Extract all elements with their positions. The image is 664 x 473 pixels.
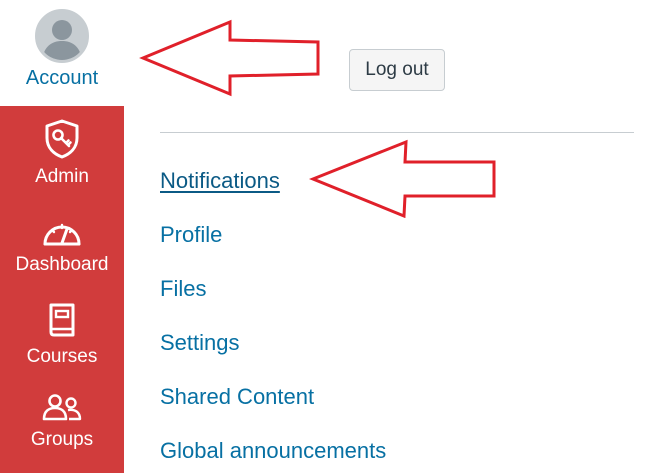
nav-label-admin: Admin bbox=[35, 166, 89, 187]
nav-item-groups[interactable]: Groups bbox=[0, 393, 124, 451]
account-label: Account bbox=[25, 67, 99, 89]
tray-link-shared-content[interactable]: Shared Content bbox=[160, 384, 314, 410]
tray-link-notifications[interactable]: Notifications bbox=[160, 168, 280, 194]
tray-link-settings[interactable]: Settings bbox=[160, 330, 240, 356]
people-icon bbox=[42, 394, 82, 421]
nav-label-dashboard: Dashboard bbox=[15, 254, 109, 275]
nav-item-dashboard[interactable]: Dashboard bbox=[0, 216, 124, 276]
nav-label-courses: Courses bbox=[26, 346, 98, 367]
tray-divider bbox=[160, 132, 634, 133]
logout-button[interactable]: Log out bbox=[349, 49, 445, 91]
account-nav-item[interactable]: Account bbox=[0, 0, 124, 106]
nav-item-admin[interactable]: Admin bbox=[0, 118, 124, 188]
tray-link-profile[interactable]: Profile bbox=[160, 222, 222, 248]
annotation-arrow-notifications bbox=[308, 139, 496, 218]
nav-label-groups: Groups bbox=[30, 429, 94, 450]
nav-item-courses[interactable]: Courses bbox=[0, 302, 124, 368]
tray-link-global-announcements[interactable]: Global announcements bbox=[160, 438, 386, 464]
tray-link-files[interactable]: Files bbox=[160, 276, 206, 302]
annotation-arrow-account bbox=[139, 19, 320, 97]
avatar bbox=[35, 9, 89, 63]
speedometer-icon bbox=[43, 223, 81, 246]
book-icon bbox=[49, 303, 75, 337]
shield-key-icon bbox=[45, 119, 79, 159]
avatar-placeholder-icon bbox=[38, 12, 86, 60]
